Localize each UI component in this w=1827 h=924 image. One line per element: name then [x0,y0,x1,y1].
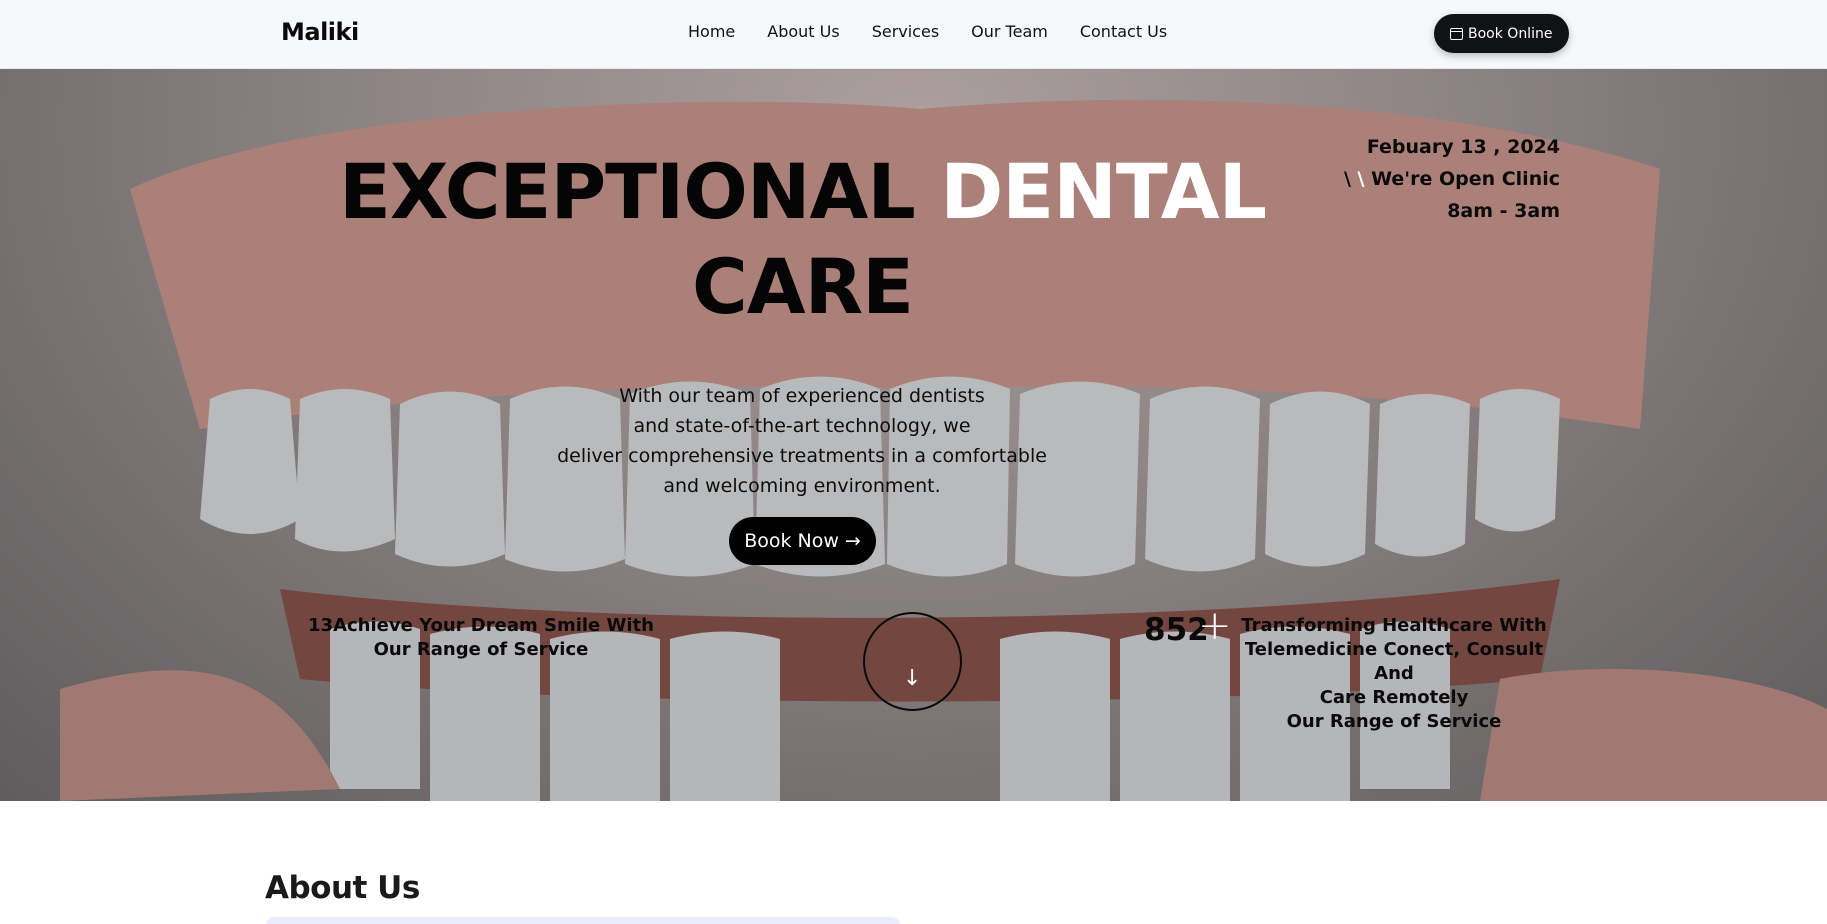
stat-right-line: Telemedicine Conect, Consult And [1244,639,1544,684]
nav-link-contact-us[interactable]: Contact Us [1080,22,1167,41]
about-section-title: About Us [265,870,420,906]
scroll-down-button[interactable]: ↓ [863,612,962,711]
brand-logo[interactable]: Maliki [281,18,359,46]
arrow-right-icon: → [844,530,861,552]
stat-right: Transforming Healthcare With Telemedicin… [1226,614,1562,734]
clinic-info: Febuary 13 , 2024 \ \ We're Open Clinic … [1344,131,1560,227]
book-now-label: Book Now [744,530,839,552]
hero-title: EXCEPTIONAL DENTAL CARE [320,144,1285,334]
clinic-hours: 8am - 3am [1447,200,1560,222]
navbar: Maliki Home About Us Services Our Team C… [0,0,1827,69]
hero-description-line: deliver comprehensive treatments in a co… [557,445,1047,467]
book-now-button[interactable]: Book Now → [729,517,876,565]
book-online-label: Book Online [1468,25,1553,42]
nav-link-about-us[interactable]: About Us [767,22,839,41]
stat-left-line1: 13Achieve Your Dream Smile With [308,615,654,636]
clinic-open-status: \ \ We're Open Clinic [1344,163,1560,195]
slash-mark-dark: \ [1343,168,1351,190]
stat-right-line: Transforming Healthcare With [1241,615,1547,636]
hero-title-dark: EXCEPTIONAL [338,147,916,236]
clinic-date: Febuary 13 , 2024 [1366,136,1560,158]
nav-link-our-team[interactable]: Our Team [971,22,1048,41]
stat-left: 13Achieve Your Dream Smile With Our Rang… [300,614,662,662]
hero-section: EXCEPTIONAL DENTAL CARE Febuary 13 , 202… [0,69,1827,801]
main-nav: Home About Us Services Our Team Contact … [688,22,1199,41]
calendar-icon [1450,27,1463,40]
book-online-button[interactable]: Book Online [1434,14,1570,53]
nav-link-services[interactable]: Services [872,22,939,41]
about-card [265,917,901,924]
hero-description-line: With our team of experienced dentists [619,385,985,407]
arrow-down-icon: ↓ [903,666,922,691]
open-text: We're Open Clinic [1371,168,1560,190]
hero-description: With our team of experienced dentists an… [553,381,1051,501]
hero-title-line2: CARE [691,242,914,331]
hero-description-line: and state-of-the-art technology, we [633,415,971,437]
stat-right-line: Our Range of Service [1286,711,1502,732]
hero-description-line: and welcoming environment. [663,475,941,497]
slash-mark-light: \ [1357,168,1365,190]
stat-left-line2: Our Range of Service [373,639,589,660]
nav-link-home[interactable]: Home [688,22,735,41]
stat-right-line: Care Remotely [1319,687,1469,708]
hero-title-accent: DENTAL [940,147,1267,236]
